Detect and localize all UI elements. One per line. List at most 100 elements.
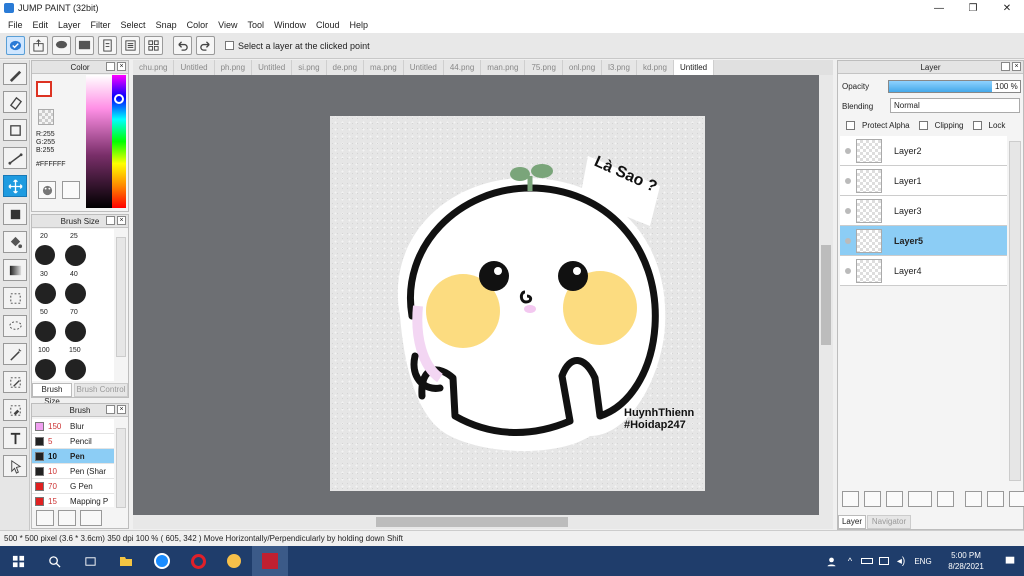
canvas-vertical-scrollbar[interactable] [819,75,833,515]
select-layer-checkbox[interactable] [225,41,234,50]
panel-float-icon[interactable] [106,62,115,71]
brush-settings-button[interactable] [36,510,54,526]
eyedropper-button[interactable] [62,181,80,199]
menu-filter[interactable]: Filter [86,20,116,30]
magic-wand-tool[interactable] [3,343,27,365]
lasso-tool[interactable] [3,315,27,337]
panel-close-icon[interactable]: × [117,405,126,414]
panel-float-icon[interactable] [106,216,115,225]
tab-document[interactable]: Untitled [403,60,444,75]
delete-layer-button[interactable] [1009,491,1024,507]
hue-handle[interactable] [114,94,124,104]
brush-item[interactable]: 70 G Pen [32,479,114,494]
pen-tool[interactable] [3,63,27,85]
list-button[interactable] [121,36,140,55]
menu-file[interactable]: File [3,20,28,30]
volume-icon[interactable]: ◂) [892,546,910,576]
export-button[interactable] [29,36,48,55]
size-dot[interactable] [65,245,86,266]
folder-button[interactable] [937,491,954,507]
menu-tool[interactable]: Tool [242,20,269,30]
brush-size-scrollbar[interactable] [116,237,126,357]
brush-item[interactable]: 5 Pencil [32,434,114,449]
brush-item[interactable]: 10 Pen [32,449,114,464]
tab-document[interactable]: l3.png [602,60,637,75]
visibility-toggle[interactable] [840,207,856,214]
canvas-horizontal-scrollbar[interactable] [133,515,833,529]
jump-paint-taskbar-button[interactable] [252,546,288,576]
layer-type-dropdown[interactable] [908,491,932,507]
size-dot[interactable] [35,283,56,304]
new-layer-1bit-button[interactable] [886,491,903,507]
clock[interactable]: 5:00 PM 8/28/2021 [936,550,996,572]
transparent-swatch[interactable] [38,109,54,125]
line-tool[interactable] [3,147,27,169]
tab-document[interactable]: man.png [481,60,526,75]
menu-view[interactable]: View [213,20,242,30]
brush-item[interactable]: 10 Pen (Shar [32,464,114,479]
size-dot[interactable] [35,359,56,380]
size-dot[interactable] [65,359,86,380]
size-label[interactable]: 20 [40,233,48,240]
tab-document[interactable]: Untitled [252,60,293,75]
task-view-button[interactable] [72,546,108,576]
layer-row[interactable]: Layer5 [840,226,1007,256]
close-button[interactable]: ✕ [990,0,1024,16]
tab-document[interactable]: Untitled [673,60,715,75]
tab-document[interactable]: 75.png [525,60,563,75]
menu-help[interactable]: Help [345,20,374,30]
fill-rect-tool[interactable] [3,203,27,225]
tab-document[interactable]: Untitled [174,60,215,75]
input-language[interactable]: ENG [910,546,936,576]
tab-layer[interactable]: Layer [838,515,866,529]
menu-cloud[interactable]: Cloud [311,20,345,30]
lock-checkbox[interactable] [972,121,982,130]
panel-close-icon[interactable]: × [1012,62,1021,71]
document-button[interactable] [98,36,117,55]
select-rect-tool[interactable] [3,287,27,309]
comment-button[interactable] [52,36,71,55]
layer-row[interactable]: Layer4 [840,256,1007,286]
undo-button[interactable] [173,36,192,55]
size-label[interactable]: 40 [70,271,78,278]
operation-tool[interactable] [3,455,27,477]
start-button[interactable] [0,546,36,576]
vertical-scroll-thumb[interactable] [821,245,831,345]
panel-float-icon[interactable] [1001,62,1010,71]
gradient-tool[interactable] [3,259,27,281]
size-label[interactable]: 150 [69,347,81,354]
tab-document[interactable]: si.png [292,60,327,75]
menu-layer[interactable]: Layer [53,20,86,30]
tab-document[interactable]: ph.png [214,60,253,75]
people-icon[interactable] [820,546,842,576]
size-label[interactable]: 50 [40,309,48,316]
layer-row[interactable]: Layer2 [840,136,1007,166]
menu-edit[interactable]: Edit [28,20,54,30]
tab-brush-control[interactable]: Brush Control [74,383,128,397]
size-label[interactable]: 30 [40,271,48,278]
protect-alpha-checkbox[interactable] [846,121,855,130]
visibility-toggle[interactable] [840,237,856,244]
network-icon[interactable] [876,546,892,576]
tab-document[interactable]: de.png [326,60,365,75]
merge-layer-button[interactable] [987,491,1004,507]
tab-document[interactable]: 44.png [443,60,482,75]
foreground-color-swatch[interactable] [36,81,52,97]
brush-item[interactable]: 15 Mapping P [32,494,114,507]
size-label[interactable]: 70 [70,309,78,316]
minimize-button[interactable]: — [922,0,956,16]
drawing-canvas[interactable]: Là Sao ? HuynhThienn #Hoidap247 [330,116,705,491]
move-tool[interactable] [3,175,27,197]
menu-snap[interactable]: Snap [151,20,182,30]
brush-list-scrollbar[interactable] [116,428,126,508]
menu-window[interactable]: Window [269,20,311,30]
tab-document[interactable]: kd.png [636,60,674,75]
blending-select[interactable]: Normal [890,98,1020,113]
text-tool[interactable] [3,427,27,449]
layer-scrollbar[interactable] [1009,141,1021,481]
paint-app-button[interactable] [216,546,252,576]
grid-button[interactable] [144,36,163,55]
bucket-tool[interactable] [3,231,27,253]
horizontal-scroll-thumb[interactable] [376,517,568,527]
select-pen-tool[interactable] [3,371,27,393]
